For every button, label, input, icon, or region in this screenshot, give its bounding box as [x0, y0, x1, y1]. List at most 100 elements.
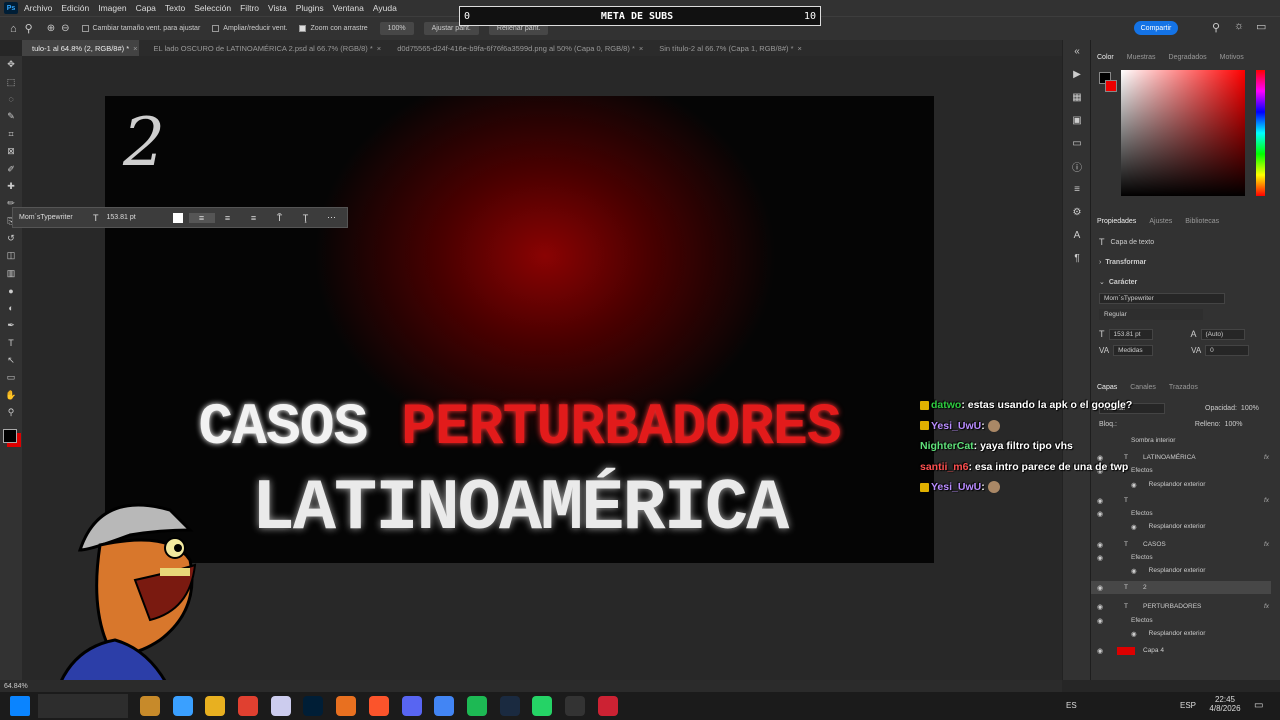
layer-name[interactable]: 2: [1143, 584, 1147, 591]
character-chevron-icon[interactable]: ⌄: [1099, 278, 1105, 286]
zoom-value[interactable]: 100%: [379, 22, 414, 35]
text-color-swatch[interactable]: [172, 212, 183, 223]
font-style-field[interactable]: Regular: [1099, 308, 1203, 320]
layer-row[interactable]: ◉ T 2: [1091, 581, 1271, 594]
document-tab[interactable]: Sin título-2 al 66.7% (Capa 1, RGB/8#) *: [649, 40, 803, 56]
visibility-eye-icon[interactable]: ◉: [1097, 497, 1109, 505]
menu-item[interactable]: Vista: [268, 3, 287, 13]
title-casos[interactable]: CASOS: [198, 396, 401, 461]
search-box[interactable]: [38, 694, 128, 718]
layers-tab[interactable]: Trazados: [1169, 384, 1198, 391]
visibility-eye-icon[interactable]: ◉: [1097, 541, 1109, 549]
clock[interactable]: 22:45 4/8/2026: [1205, 695, 1245, 713]
title-perturbadores[interactable]: PERTURBADORES: [401, 396, 841, 461]
fill-value[interactable]: 100%: [1225, 421, 1243, 428]
menu-item[interactable]: Plugins: [296, 3, 324, 13]
type-tool-icon[interactable]: T: [0, 334, 22, 351]
visibility-eye-icon[interactable]: ◉: [1097, 647, 1109, 655]
episode-number[interactable]: 2: [123, 104, 165, 181]
tracking-field[interactable]: 0: [1205, 344, 1250, 356]
paragraph-icon[interactable]: ≡: [1063, 178, 1091, 201]
layer-name[interactable]: Efectos: [1131, 617, 1153, 624]
comment-icon[interactable]: ▭: [1063, 132, 1091, 155]
search-icon[interactable]: ⚲: [1212, 21, 1220, 34]
glyphs-icon[interactable]: ¶: [1063, 247, 1091, 270]
eyedropper-tool-icon[interactable]: ✐: [0, 160, 22, 177]
start-icon[interactable]: [10, 696, 30, 716]
lasso-tool-icon[interactable]: ◌: [0, 91, 22, 108]
file-explorer-icon[interactable]: [205, 696, 226, 716]
blur-tool-icon[interactable]: ●: [0, 282, 22, 299]
character-section[interactable]: Carácter: [1109, 279, 1137, 286]
quick-select-tool-icon[interactable]: ✎: [0, 108, 22, 125]
layers-tab[interactable]: Canales: [1130, 384, 1156, 391]
home-icon[interactable]: ⌂: [10, 23, 17, 35]
zoom-tool-icon[interactable]: ⚲: [25, 22, 33, 35]
eraser-tool-icon[interactable]: ◫: [0, 247, 22, 264]
document-tab[interactable]: tulo-1 al 64.8% (2, RGB/8#) *: [22, 40, 140, 56]
menu-item[interactable]: Edición: [61, 3, 89, 13]
properties-tab[interactable]: Bibliotecas: [1185, 218, 1219, 225]
discord-icon[interactable]: [401, 696, 422, 716]
history-brush-tool-icon[interactable]: ↺: [0, 230, 22, 247]
title-line-1[interactable]: CASOS PERTURBADORES: [105, 396, 934, 461]
document-tab[interactable]: EL lado OSCURO de LATINOAMÉRICA 2.psd al…: [144, 40, 383, 56]
color-panel-tab[interactable]: Motivos: [1220, 54, 1244, 61]
marquee-tool-icon[interactable]: ⬚: [0, 73, 22, 90]
hue-slider[interactable]: [1256, 70, 1265, 196]
light-bulb-icon[interactable]: ☼: [1234, 20, 1244, 32]
layer-row[interactable]: ◉ Resplandor exterior: [1091, 564, 1271, 577]
layer-name[interactable]: Efectos: [1131, 510, 1153, 517]
align-left-icon[interactable]: ≡: [188, 212, 215, 223]
crop-tool-icon[interactable]: ⌗: [0, 126, 22, 143]
chrome-icon[interactable]: [238, 696, 259, 716]
warp-text-icon[interactable]: Ť: [267, 213, 293, 223]
visibility-eye-icon[interactable]: ◉: [1097, 617, 1109, 625]
notifications-icon[interactable]: ▭: [1254, 700, 1263, 711]
layer-name[interactable]: PERTURBADORES: [1143, 603, 1201, 610]
transform-section[interactable]: Transformar: [1105, 259, 1146, 266]
leading-field[interactable]: (Auto): [1200, 328, 1245, 340]
visibility-eye-icon[interactable]: ◉: [1097, 603, 1109, 611]
frame-tool-icon[interactable]: ⊠: [0, 143, 22, 160]
effect-eye-icon[interactable]: ◉: [1131, 630, 1137, 638]
zoom-out-icon[interactable]: ⊖: [61, 23, 69, 34]
color-panel-tab[interactable]: Muestras: [1127, 54, 1156, 61]
layer-name[interactable]: Resplandor exterior: [1149, 481, 1206, 488]
background-color[interactable]: [1105, 80, 1117, 92]
fg-bg-swatch[interactable]: [3, 429, 17, 444]
effect-eye-icon[interactable]: ◉: [1131, 523, 1137, 531]
align-right-icon[interactable]: ≡: [241, 213, 267, 223]
photoshop-icon[interactable]: [303, 696, 324, 716]
language-indicator[interactable]: ES: [1066, 701, 1077, 710]
layer-name[interactable]: Resplandor exterior: [1149, 630, 1206, 637]
layer-row[interactable]: ◉ Resplandor exterior: [1091, 627, 1271, 640]
layer-row[interactable]: ◉ T CASOS fx: [1091, 538, 1271, 551]
size-field[interactable]: 153.81 pt: [1108, 328, 1153, 340]
menu-item[interactable]: Filtro: [240, 3, 259, 13]
chrome-icon[interactable]: [434, 696, 455, 716]
opacity-value[interactable]: 100%: [1241, 405, 1259, 412]
layers-tab[interactable]: Capas: [1097, 384, 1117, 391]
brave-icon[interactable]: [368, 696, 389, 716]
collapse-icon[interactable]: «: [1063, 40, 1091, 63]
layer-row[interactable]: ◉ Resplandor exterior: [1091, 520, 1271, 533]
color-panel-tab[interactable]: Color: [1097, 54, 1114, 61]
tiger-app-icon[interactable]: [140, 696, 160, 716]
close-tab-icon[interactable]: ×: [798, 44, 802, 53]
visibility-eye-icon[interactable]: ◉: [1097, 510, 1109, 518]
layer-effects-icon[interactable]: fx: [1264, 541, 1269, 548]
font-dropdown[interactable]: Mom´sTypewriter: [13, 214, 93, 221]
healing-tool-icon[interactable]: ✚: [0, 178, 22, 195]
menu-item[interactable]: Texto: [165, 3, 185, 13]
visibility-eye-icon[interactable]: ◉: [1097, 554, 1109, 562]
layer-name[interactable]: CASOS: [1143, 541, 1166, 548]
gradient-tool-icon[interactable]: ▥: [0, 265, 22, 282]
properties-tab[interactable]: Ajustes: [1149, 218, 1172, 225]
layer-name[interactable]: Capa 4: [1143, 647, 1164, 654]
align-center-icon[interactable]: ≡: [215, 213, 241, 223]
visibility-eye-icon[interactable]: ◉: [1097, 584, 1109, 592]
dodge-tool-icon[interactable]: ◐: [0, 299, 22, 316]
zoom-all-checkbox[interactable]: Ampliar/reducir vent.: [212, 25, 287, 32]
pen-tool-icon[interactable]: ✒: [0, 317, 22, 334]
